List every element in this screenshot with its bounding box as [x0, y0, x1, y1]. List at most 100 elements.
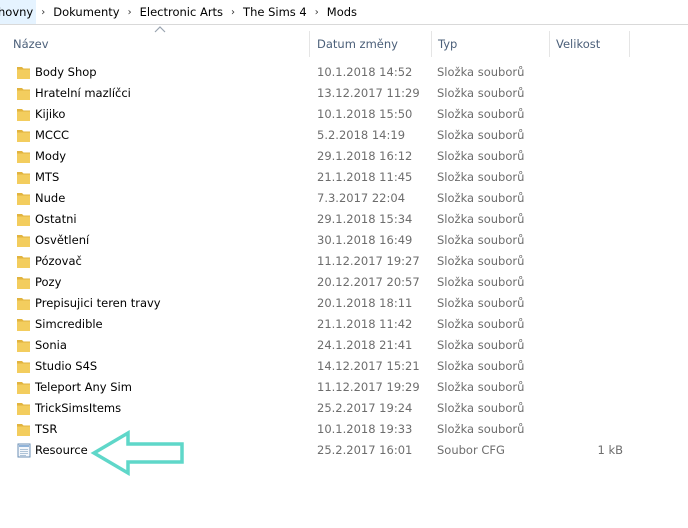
file-name: Prepisujici teren travy: [35, 296, 161, 310]
column-header-name-label: Název: [13, 37, 49, 51]
file-type: Složka souborů: [437, 212, 525, 226]
file-name: Pozy: [35, 275, 62, 289]
file-date-modified: 5.2.2018 14:19: [317, 128, 406, 142]
folder-icon: [17, 298, 30, 310]
file-size: [550, 62, 623, 83]
file-size: [550, 398, 623, 419]
breadcrumb: hovny › Dokumenty › Electronic Arts › The Sims…: [0, 0, 688, 25]
folder-icon: [17, 361, 30, 373]
breadcrumb-separator-chevron-icon[interactable]: ›: [310, 7, 324, 18]
list-item[interactable]: Pozy 20.12.2017 20:57 Složka souborů: [10, 272, 630, 293]
folder-icon: [17, 256, 30, 268]
file-size: [550, 356, 623, 377]
file-size: 1 kB: [597, 443, 623, 457]
file-name: MCCC: [35, 128, 70, 142]
folder-icon: [17, 214, 30, 226]
file-size: [550, 419, 623, 440]
file-date-modified: 30.1.2018 16:49: [317, 233, 413, 247]
file-name: Mody: [35, 149, 67, 163]
breadcrumb-separator-chevron-icon[interactable]: ›: [36, 7, 50, 18]
file-date-modified: 14.12.2017 15:21: [317, 359, 420, 373]
file-name: TSR: [35, 422, 58, 436]
breadcrumb-item[interactable]: Electronic Arts: [137, 0, 226, 24]
list-item[interactable]: Body Shop 10.1.2018 14:52 Složka souborů: [10, 62, 630, 83]
file-date-modified: 29.1.2018 15:34: [317, 212, 413, 226]
file-type: Složka souborů: [437, 338, 525, 352]
file-type: Složka souborů: [437, 275, 525, 289]
list-item[interactable]: Hratelní mazlíčci 13.12.2017 11:29 Složka …: [10, 83, 630, 104]
file-type: Složka souborů: [437, 107, 525, 121]
folder-icon: [17, 172, 30, 184]
list-item[interactable]: Kijiko 10.1.2018 15:50 Složka souborů: [10, 104, 630, 125]
list-item[interactable]: Nude 7.3.2017 22:04 Složka souborů: [10, 188, 630, 209]
file-type: Složka souborů: [437, 422, 525, 436]
list-item[interactable]: Ostatni 29.1.2018 15:34 Složka souborů: [10, 209, 630, 230]
file-size: [550, 146, 623, 167]
column-header-size[interactable]: Velikost: [550, 25, 630, 63]
file-type: Složka souborů: [437, 401, 525, 415]
folder-icon: [17, 130, 30, 142]
cfg-file-icon: [17, 443, 31, 458]
list-item[interactable]: Mody 29.1.2018 16:12 Složka souborů: [10, 146, 630, 167]
folder-icon: [17, 424, 30, 436]
file-name: Osvětlení: [35, 233, 90, 247]
column-header-date[interactable]: Datum změny: [310, 25, 432, 63]
file-date-modified: 21.1.2018 11:42: [317, 317, 413, 331]
breadcrumb-separator-chevron-icon[interactable]: ›: [226, 7, 240, 18]
list-item[interactable]: MTS 21.1.2018 11:45 Složka souborů: [10, 167, 630, 188]
file-name: Studio S4S: [35, 359, 98, 373]
folder-icon: [17, 277, 30, 289]
file-date-modified: 29.1.2018 16:12: [317, 149, 413, 163]
file-type: Složka souborů: [437, 254, 525, 268]
folder-icon: [17, 235, 30, 247]
breadcrumb-separator-chevron-icon[interactable]: ›: [123, 7, 137, 18]
file-name: Resource: [35, 443, 88, 457]
list-item[interactable]: Osvětlení 30.1.2018 16:49 Složka souborů: [10, 230, 630, 251]
file-name: Kijiko: [35, 107, 66, 121]
folder-icon: [17, 403, 30, 415]
file-date-modified: 20.1.2018 18:11: [317, 296, 413, 310]
file-date-modified: 10.1.2018 15:50: [317, 107, 413, 121]
breadcrumb-item[interactable]: Dokumenty: [50, 0, 122, 24]
column-header-date-label: Datum změny: [317, 37, 398, 51]
file-date-modified: 10.1.2018 19:33: [317, 422, 413, 436]
list-item[interactable]: Studio S4S 14.12.2017 15:21 Složka souborů: [10, 356, 630, 377]
file-size: [550, 167, 623, 188]
file-size: [550, 251, 623, 272]
breadcrumb-item[interactable]: The Sims 4: [240, 0, 310, 24]
file-name: MTS: [35, 170, 60, 184]
file-date-modified: 7.3.2017 22:04: [317, 191, 406, 205]
list-item[interactable]: Teleport Any Sim 11.12.2017 19:29 Složka s…: [10, 377, 630, 398]
file-type: Složka souborů: [437, 317, 525, 331]
annotation-arrow-icon: [90, 429, 184, 477]
list-item[interactable]: Prepisujici teren travy 20.1.2018 18:11 Sl…: [10, 293, 630, 314]
column-header-type[interactable]: Typ: [432, 25, 550, 63]
file-date-modified: 20.12.2017 20:57: [317, 275, 420, 289]
list-item[interactable]: Simcredible 21.1.2018 11:42 Složka souborů: [10, 314, 630, 335]
folder-icon: [17, 109, 30, 121]
sort-ascending-icon: [154, 26, 166, 33]
list-item[interactable]: TrickSimsItems 25.2.2017 19:24 Složka soub…: [10, 398, 630, 419]
column-headers: Název Datum změny Typ Velikost: [0, 25, 688, 63]
file-name: Pózovač: [35, 254, 82, 268]
list-item[interactable]: MCCC 5.2.2018 14:19 Složka souborů: [10, 125, 630, 146]
file-name: Ostatni: [35, 212, 77, 226]
list-item[interactable]: Pózovač 11.12.2017 19:27 Složka souborů: [10, 251, 630, 272]
folder-icon: [17, 382, 30, 394]
file-size: [550, 125, 623, 146]
file-name: Hratelní mazlíčci: [35, 86, 131, 100]
folder-icon: [17, 319, 30, 331]
file-type: Složka souborů: [437, 86, 525, 100]
file-name: Simcredible: [35, 317, 103, 331]
list-item[interactable]: Sonia 24.1.2018 21:41 Složka souborů: [10, 335, 630, 356]
file-date-modified: 25.2.2017 19:24: [317, 401, 413, 415]
breadcrumb-item[interactable]: Mods: [324, 0, 360, 24]
folder-icon: [17, 193, 30, 205]
file-type: Složka souborů: [437, 233, 525, 247]
file-date-modified: 21.1.2018 11:45: [317, 170, 413, 184]
breadcrumb-item[interactable]: hovny: [0, 0, 37, 24]
file-date-modified: 11.12.2017 19:27: [317, 254, 420, 268]
file-size: [550, 377, 623, 398]
file-type: Složka souborů: [437, 359, 525, 373]
file-size: [550, 83, 623, 104]
